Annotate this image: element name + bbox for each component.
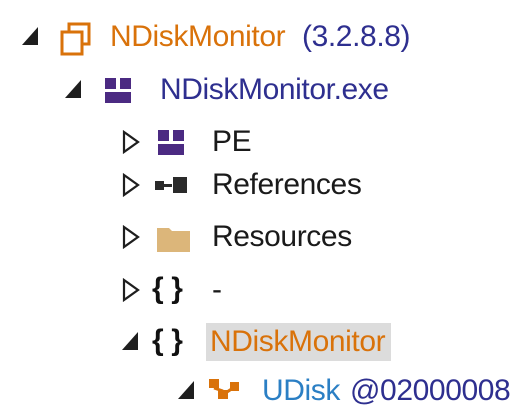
tree-row-module[interactable]: NDiskMonitor.exe	[0, 65, 510, 117]
class-name: UDisk	[262, 374, 340, 407]
namespace-icon: { }	[152, 272, 183, 305]
collapse-triangle-icon[interactable]	[120, 330, 142, 356]
folder-icon	[156, 222, 190, 254]
assembly-icon	[60, 22, 92, 56]
tree-row-references[interactable]: References	[0, 160, 510, 212]
tree-item-label: References	[212, 168, 362, 201]
expand-triangle-icon[interactable]	[120, 225, 142, 251]
tree-item-label: Resources	[212, 220, 352, 253]
expand-triangle-icon[interactable]	[120, 173, 142, 199]
expand-triangle-icon[interactable]	[120, 130, 142, 156]
namespace-icon: { }	[152, 324, 183, 357]
assembly-version: (3.2.8.8)	[302, 20, 411, 53]
module-name: NDiskMonitor.exe	[160, 73, 389, 106]
assembly-name: NDiskMonitor	[110, 20, 286, 53]
selected-tree-item-label: NDiskMonitor	[206, 323, 392, 361]
collapse-triangle-icon[interactable]	[176, 379, 198, 405]
tree-row-resources[interactable]: Resources	[0, 212, 510, 264]
collapse-triangle-icon[interactable]	[63, 78, 85, 104]
tree-row-namespace-empty[interactable]: { } -	[0, 265, 510, 317]
collapse-triangle-icon[interactable]	[20, 25, 42, 51]
tree-row-namespace-ndiskmonitor[interactable]: { } NDiskMonitor	[0, 317, 510, 369]
class-icon	[206, 376, 239, 408]
tree-item-label: PE	[212, 125, 252, 158]
expand-triangle-icon[interactable]	[120, 278, 142, 304]
tree-item-label: -	[212, 273, 222, 306]
tree-row-assembly[interactable]: NDiskMonitor (3.2.8.8)	[0, 12, 510, 64]
module-icon	[103, 75, 135, 107]
pe-icon	[156, 127, 188, 159]
assembly-tree: NDiskMonitor (3.2.8.8) NDiskMonitor.exe	[0, 0, 510, 407]
tree-row-class-udisk[interactable]: UDisk @02000008	[0, 366, 510, 418]
class-token: @02000008	[350, 374, 510, 407]
references-icon	[154, 170, 187, 202]
